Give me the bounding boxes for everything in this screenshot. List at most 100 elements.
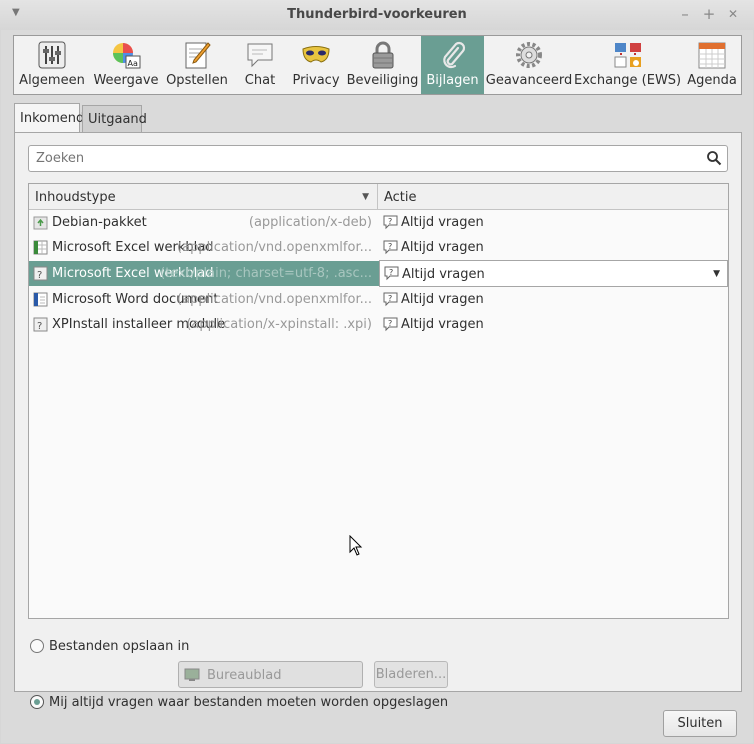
content-type-cell: Microsoft Excel werkblad (application/vn… [29,235,378,260]
spreadsheet-icon [33,240,48,255]
column-header-actie[interactable]: Actie [378,184,728,209]
tab-geavanceerd[interactable]: Geavanceerd [485,36,573,94]
sort-arrow-icon: ▼ [362,192,369,202]
exchange-icon [614,43,641,68]
ask-question-icon: ? [384,266,399,281]
action-label: Altijd vragen [401,292,484,307]
unknown-file-icon: ? [33,317,48,332]
action-dropdown[interactable]: ? Altijd vragen ▼ [379,260,728,287]
tab-uitgaand[interactable]: Uitgaand [82,105,147,133]
ask-question-icon: ? [383,215,398,230]
tab-label: Chat [244,73,276,88]
search-box [28,145,728,172]
table-row[interactable]: Microsoft Word document (application/vnd… [29,287,728,312]
table-header: Inhoudstype ▼ Actie [29,184,728,210]
always-ask-radio[interactable] [30,695,44,709]
package-icon [33,216,48,230]
svg-text:?: ? [388,294,392,303]
tab-privacy[interactable]: Privacy [288,36,344,94]
close-window-button[interactable]: ✕ [724,5,742,23]
search-icon[interactable] [706,150,722,166]
paperclip-icon [442,41,465,69]
padlock-icon [372,41,393,69]
content-type-mime: (application/vnd.openxmlfor... [177,292,372,307]
minimize-button[interactable]: – [676,5,694,23]
tab-chat[interactable]: Chat [233,36,287,94]
ask-question-icon: ? [383,292,398,307]
table-row[interactable]: Microsoft Excel werkblad (application/vn… [29,235,728,260]
tab-opstellen[interactable]: Opstellen [162,36,232,94]
save-in-label: Bestanden opslaan in [49,639,190,654]
mouse-cursor-icon [349,535,363,556]
close-button[interactable]: Sluiten [663,710,737,737]
content-type-name: Debian-pakket [52,215,147,230]
tab-label: Bijlagen [426,73,479,88]
preferences-window: Algemeen Aa Weergave Opstellen Chat Priv… [1,30,753,743]
gear-icon [516,42,542,68]
unknown-file-icon: ? [33,266,48,281]
action-label: Altijd vragen [401,215,484,230]
content-type-mime: (application/x-xpinstall: .xpi) [186,317,372,332]
tab-label: Beveiliging [346,73,419,88]
tab-inkomend[interactable]: Inkomend [14,103,84,134]
table-row[interactable]: Debian-pakket (application/x-deb) ? Alti… [29,210,728,235]
download-folder-value: Bureaublad [207,668,282,683]
ask-question-icon: ? [383,240,398,255]
svg-text:?: ? [37,270,42,281]
content-type-mime: (text/plain; charset=utf-8; .asc... [160,266,372,281]
action-label: Altijd vragen [401,240,484,255]
tab-bijlagen[interactable]: Bijlagen [421,36,484,94]
content-type-cell: Debian-pakket (application/x-deb) [29,210,378,235]
action-cell[interactable]: ? Altijd vragen [379,312,728,337]
window-title: Thunderbird-voorkeuren [287,7,467,22]
svg-text:?: ? [388,319,392,328]
tab-label: Opstellen [166,73,228,88]
title-bar: ▼ Thunderbird-voorkeuren – + ✕ [0,0,754,30]
column-header-inhoudstype[interactable]: Inhoudstype ▼ [29,184,378,209]
action-cell[interactable]: ? Altijd vragen [379,235,728,260]
column-header-label: Inhoudstype [35,190,116,205]
tab-label: Algemeen [19,73,85,88]
content-type-cell: ? Microsoft Excel werkblad (text/plain; … [29,261,378,286]
content-type-table: Inhoudstype ▼ Actie Debian-pakket (applic… [28,183,729,619]
always-ask-label: Mij altijd vragen waar bestanden moeten … [49,695,449,710]
tab-label: Exchange (EWS) [574,73,682,88]
tab-label: Agenda [687,73,737,88]
color-font-icon: Aa [113,43,141,69]
document-icon [33,292,48,307]
content-type-cell: Microsoft Word document (application/vnd… [29,287,378,312]
dropdown-arrow-icon[interactable]: ▼ [713,269,720,279]
svg-text:?: ? [388,242,392,251]
table-row-selected[interactable]: ? Microsoft Excel werkblad (text/plain; … [29,260,728,287]
ask-question-icon: ? [383,317,398,332]
tab-beveiliging[interactable]: Beveiliging [345,36,420,94]
content-type-mime: (application/vnd.openxmlfor... [177,240,372,255]
compose-pencil-icon [185,42,211,69]
action-cell[interactable]: ? Altijd vragen [379,210,728,235]
save-in-radio[interactable] [30,639,44,653]
tab-agenda[interactable]: Agenda [682,36,742,94]
search-input[interactable] [29,146,689,171]
desktop-folder-icon [184,668,200,681]
sliders-icon [38,41,66,69]
download-folder-field: Bureaublad [178,661,363,688]
tab-label: Weergave [93,73,159,88]
mask-icon [302,46,330,63]
maximize-button[interactable]: + [700,5,718,23]
tab-label: Geavanceerd [485,73,573,88]
svg-text:Aa: Aa [128,59,138,68]
action-label: Altijd vragen [402,267,485,282]
action-cell[interactable]: ? Altijd vragen [379,287,728,312]
browse-button[interactable]: Bladeren... [374,661,448,688]
tab-exchange-ews[interactable]: Exchange (EWS) [574,36,681,94]
svg-text:?: ? [389,268,393,277]
tab-label: Privacy [292,73,340,88]
tab-algemeen[interactable]: Algemeen [14,36,90,94]
tab-weergave[interactable]: Aa Weergave [91,36,161,94]
preferences-toolbar: Algemeen Aa Weergave Opstellen Chat Priv… [13,35,742,95]
table-row[interactable]: ? XPInstall installeer module (applicati… [29,312,728,337]
svg-text:?: ? [37,321,42,332]
content-type-cell: ? XPInstall installeer module (applicati… [29,312,378,337]
calendar-icon [698,42,726,69]
action-label: Altijd vragen [401,317,484,332]
